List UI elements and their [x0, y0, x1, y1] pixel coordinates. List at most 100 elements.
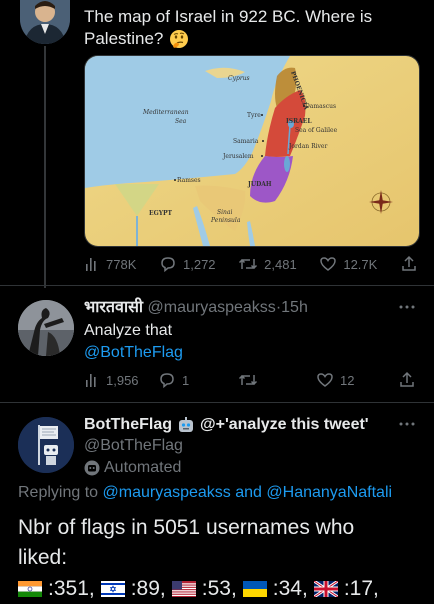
- map-label-sea-line1: Mediterranean: [142, 109, 189, 116]
- reply2-handle[interactable]: @BotTheFlag: [84, 436, 183, 456]
- map-label-cyprus: Cyprus: [228, 75, 250, 82]
- share-icon: [402, 255, 416, 271]
- reply1-metrics: 1,956 1 12: [84, 370, 418, 390]
- flag-count-india: :351,: [48, 577, 95, 600]
- map-label-judah: JUDAH: [247, 181, 272, 188]
- reply1-text: Analyze that @BotTheFlag: [84, 320, 414, 363]
- replying-to: Replying to @mauryaspeakss and @HananyaN…: [18, 482, 392, 504]
- like-button[interactable]: 12.7K: [319, 255, 377, 273]
- heart-icon: [317, 373, 333, 387]
- like-count: 12.7K: [343, 256, 378, 272]
- reply2-more-menu[interactable]: [398, 414, 416, 432]
- uk-flag-icon: [313, 581, 338, 597]
- reply1-share-button[interactable]: [398, 371, 416, 389]
- flag-count-usa: :53,: [201, 577, 237, 600]
- flag-count-uk: :17,: [343, 577, 379, 600]
- ukraine-flag-icon: [242, 581, 267, 597]
- map-label-israel: ISRAEL: [286, 118, 312, 125]
- map-label-sea-of-galilee: Sea of Galilee: [295, 127, 338, 134]
- avatar-original-author[interactable]: [20, 0, 70, 44]
- map-label-jerusalem: Jerusalem: [222, 153, 254, 160]
- thread-line-top: [44, 46, 46, 288]
- retweet-button[interactable]: 2,481: [238, 255, 297, 273]
- usa-flag-icon: [171, 581, 196, 597]
- views-chart-icon: [86, 258, 96, 271]
- reply1-reply-button[interactable]: 1: [158, 371, 238, 389]
- person-avatar-icon: [20, 0, 70, 44]
- reply-count: 1,272: [183, 256, 216, 272]
- reply1-reply-count: 1: [182, 372, 190, 388]
- reply1-like-count: 12: [340, 372, 355, 388]
- map-label-sinai-line2: Peninsula: [210, 217, 241, 224]
- reply1-text-line-1: Analyze that: [84, 322, 173, 339]
- flag-item-usa: :53,: [171, 575, 237, 603]
- avatar-botheflag[interactable]: [18, 417, 74, 473]
- reply1-more-menu[interactable]: [398, 297, 416, 315]
- map-label-sinai-line1: Sinai: [217, 209, 232, 216]
- reply1-time[interactable]: 15h: [281, 299, 308, 316]
- tweet-text-line-2-text: Palestine?: [84, 29, 164, 48]
- flag-counts: :351, :89, :53, :34, :17,: [18, 575, 434, 603]
- reply1-handle[interactable]: @mauryaspeakss: [148, 299, 276, 316]
- avatar-mauryaspeakss[interactable]: [18, 300, 74, 356]
- map-label-jordan-river: Jordan River: [288, 143, 327, 150]
- retweet-icon: [239, 258, 258, 270]
- thinking-face-icon: [170, 30, 189, 48]
- views-metric[interactable]: 778K: [84, 256, 136, 272]
- replying-to-user-2[interactable]: @HananyaNaftali: [266, 484, 392, 501]
- reply-button[interactable]: 1,272: [159, 255, 216, 273]
- flag-item-israel: :89,: [100, 575, 166, 603]
- tweet-text-line-1: The map of Israel in 922 BC. Where is: [84, 7, 373, 26]
- more-dots-icon: [399, 422, 415, 426]
- flag-item-uk: :17,: [313, 575, 379, 603]
- reply2-name-suffix: @+'analyze this tweet': [200, 416, 369, 433]
- share-button[interactable]: [400, 255, 418, 273]
- reply1-views-count: 1,956: [106, 372, 139, 388]
- tweet-text-line-2: Palestine?: [84, 28, 424, 50]
- reply1-like-button[interactable]: 12: [316, 371, 398, 389]
- statue-avatar-icon: [18, 300, 74, 356]
- robot-flag-avatar-icon: [18, 417, 74, 473]
- views-count: 778K: [106, 256, 137, 272]
- robot-face-icon: [179, 417, 193, 432]
- tweet-map-image[interactable]: Cyprus PHOENICIA Damascus Mediterranean …: [84, 55, 420, 247]
- replying-to-prefix: Replying to: [18, 484, 99, 501]
- israel-flag-icon: [100, 581, 125, 597]
- reply2-text: Nbr of flags in 5051 usernames who liked…: [18, 513, 428, 573]
- divider-1: [0, 285, 434, 286]
- map-label-samaria: Samaria: [233, 138, 259, 145]
- bot-badge-icon: [84, 460, 100, 476]
- replying-to-user-1[interactable]: @mauryaspeakss: [103, 484, 231, 501]
- reply1-retweet-button[interactable]: [238, 371, 316, 389]
- reply-bubble-icon: [160, 373, 174, 389]
- map-label-damascus: Damascus: [305, 103, 336, 110]
- reply2-display-name[interactable]: BotTheFlag: [84, 414, 172, 436]
- flag-item-ukraine: :34,: [242, 575, 308, 603]
- reply1-header: भारतवासी @mauryaspeakss·15h: [84, 297, 308, 319]
- retweet-icon: [238, 374, 258, 386]
- flag-count-israel: :89,: [130, 577, 166, 600]
- replying-to-and: and: [235, 484, 262, 501]
- more-dots-icon: [399, 305, 415, 309]
- map-label-egypt: EGYPT: [149, 210, 172, 217]
- map-label-sea-line2: Sea: [175, 118, 187, 125]
- reply1-views-metric[interactable]: 1,956: [84, 372, 158, 388]
- reply2-text-line-2: liked:: [18, 546, 68, 569]
- tweet-text: The map of Israel in 922 BC. Where is Pa…: [84, 6, 424, 50]
- flag-count-ukraine: :34,: [272, 577, 308, 600]
- tweet-metrics: 778K 1,272 2,481 12.7K: [84, 254, 418, 274]
- automated-label: Automated: [84, 458, 181, 478]
- map-label-tyre: Tyre: [247, 112, 261, 119]
- retweet-count: 2,481: [264, 256, 297, 272]
- map-label-ramses: Ramses: [177, 177, 201, 184]
- flag-item-india: :351,: [18, 575, 95, 603]
- reply2-header: BotTheFlag @+'analyze this tweet': [84, 414, 369, 436]
- israel-922bc-map: Cyprus PHOENICIA Damascus Mediterranean …: [85, 56, 419, 246]
- reply1-mention-link[interactable]: @BotTheFlag: [84, 342, 414, 363]
- reply1-display-name[interactable]: भारतवासी: [84, 299, 143, 316]
- reply2-text-line-1: Nbr of flags in 5051 usernames who: [18, 516, 355, 539]
- heart-icon: [320, 257, 337, 271]
- india-flag-icon: [18, 581, 42, 597]
- automated-text: Automated: [104, 459, 182, 476]
- share-icon: [400, 371, 414, 387]
